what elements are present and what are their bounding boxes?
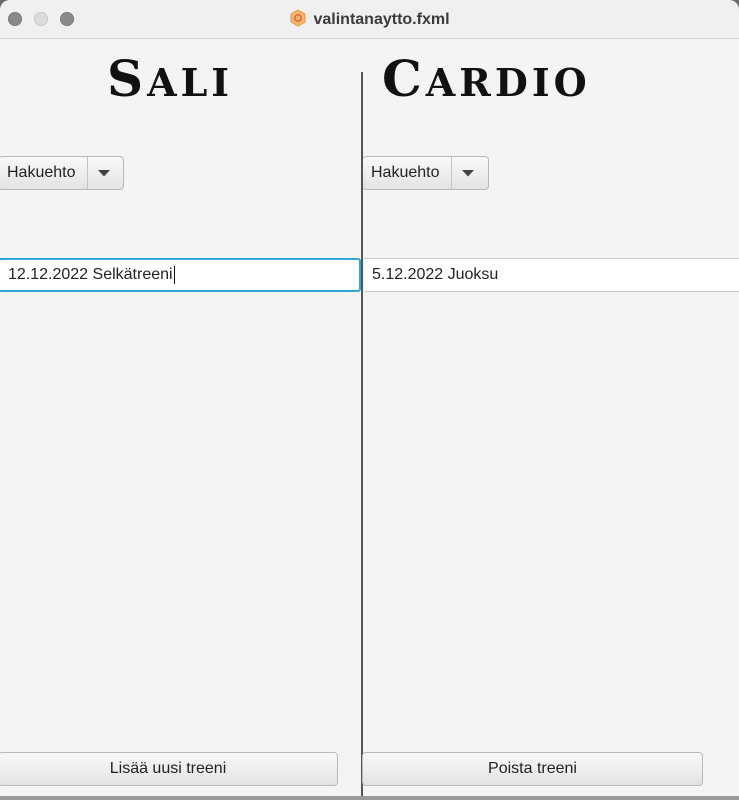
sali-filter-label: Hakuehto: [0, 157, 88, 189]
add-workout-button[interactable]: Lisää uusi treeni: [0, 752, 338, 786]
cardio-heading: Cardio: [382, 49, 591, 108]
app-window: valintanaytto.fxml Sali Cardio Hakuehto …: [0, 0, 739, 800]
cardio-list-item-text: 5.12.2022 Juoksu: [372, 266, 499, 283]
cardio-filter-combobox[interactable]: Hakuehto: [362, 156, 489, 190]
window-title: valintanaytto.fxml: [313, 11, 450, 28]
sali-list-item[interactable]: 12.12.2022 Selkätreeni: [0, 258, 361, 292]
title-bar[interactable]: valintanaytto.fxml: [0, 0, 739, 39]
sali-heading: Sali: [107, 49, 234, 108]
chevron-down-icon[interactable]: [88, 157, 121, 189]
sali-list-item-text: 12.12.2022 Selkätreeni: [8, 266, 173, 283]
javafx-app-icon: [289, 9, 307, 27]
window-title-group: valintanaytto.fxml: [0, 9, 739, 29]
chevron-down-icon[interactable]: [452, 157, 485, 189]
cardio-filter-label: Hakuehto: [363, 157, 452, 189]
panel-divider: [361, 72, 363, 800]
text-caret: [173, 266, 175, 284]
remove-workout-button[interactable]: Poista treeni: [362, 752, 703, 786]
cardio-list-item[interactable]: 5.12.2022 Juoksu: [364, 258, 739, 292]
sali-filter-combobox[interactable]: Hakuehto: [0, 156, 124, 190]
window-bottom-edge: [0, 796, 739, 800]
